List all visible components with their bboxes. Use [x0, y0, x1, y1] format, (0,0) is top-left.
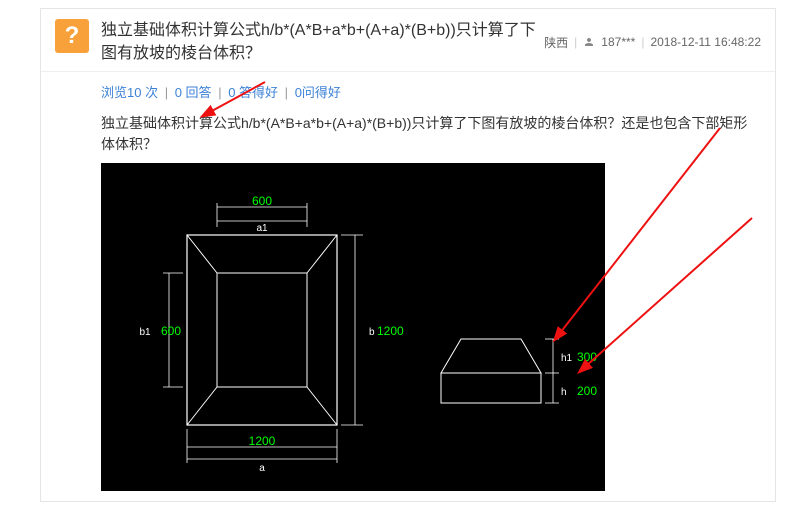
dim-h-label: h	[561, 387, 567, 398]
title-block: 独立基础体积计算公式h/b*(A*B+a*b+(A+a)*(B+b))只计算了下…	[101, 19, 544, 65]
diagram-svg: 600 a1 1200 a b1 600	[101, 163, 605, 491]
stat-separator: |	[165, 85, 168, 100]
dim-left: 600	[161, 324, 181, 338]
question-mark-icon: ?	[55, 19, 89, 53]
datetime-label: 2018-12-11 16:48:22	[650, 35, 761, 49]
meta-separator: |	[641, 35, 644, 49]
dim-right-label: b	[369, 327, 375, 338]
dim-h: 200	[577, 384, 597, 398]
good-questions-stat[interactable]: 0问得好	[295, 85, 341, 100]
dim-bottom-label: a	[259, 463, 265, 474]
province-label: 陕西	[544, 34, 568, 51]
question-body: 独立基础体积计算公式h/b*(A*B+a*b+(A+a)*(B+b))只计算了下…	[41, 109, 775, 161]
meta-separator: |	[574, 35, 577, 49]
dim-top: 600	[252, 194, 272, 208]
stats-row: 浏览10 次 | 0 回答 | 0 答得好 | 0问得好	[41, 72, 775, 109]
question-mark-glyph: ?	[65, 22, 80, 50]
dim-right: 1200	[377, 324, 404, 338]
dim-h1-label: h1	[561, 353, 573, 364]
dim-left-label: b1	[139, 327, 151, 338]
question-title: 独立基础体积计算公式h/b*(A*B+a*b+(A+a)*(B+b))只计算了下…	[101, 19, 544, 65]
views-stat[interactable]: 浏览10 次	[101, 85, 158, 100]
cad-diagram: 600 a1 1200 a b1 600	[101, 163, 605, 491]
stat-separator: |	[285, 85, 288, 100]
question-card: ? 独立基础体积计算公式h/b*(A*B+a*b+(A+a)*(B+b))只计算…	[40, 8, 776, 502]
dim-h1: 300	[577, 350, 597, 364]
user-label: 187***	[601, 35, 635, 49]
user-icon	[583, 36, 595, 48]
good-answers-stat[interactable]: 0 答得好	[228, 85, 278, 100]
answers-stat[interactable]: 0 回答	[175, 85, 212, 100]
question-meta: 陕西 | 187*** | 2018-12-11 16:48:22	[544, 19, 761, 65]
question-header: ? 独立基础体积计算公式h/b*(A*B+a*b+(A+a)*(B+b))只计算…	[41, 9, 775, 72]
dim-bottom: 1200	[249, 434, 276, 448]
stat-separator: |	[218, 85, 221, 100]
dim-top-label: a1	[256, 223, 268, 234]
